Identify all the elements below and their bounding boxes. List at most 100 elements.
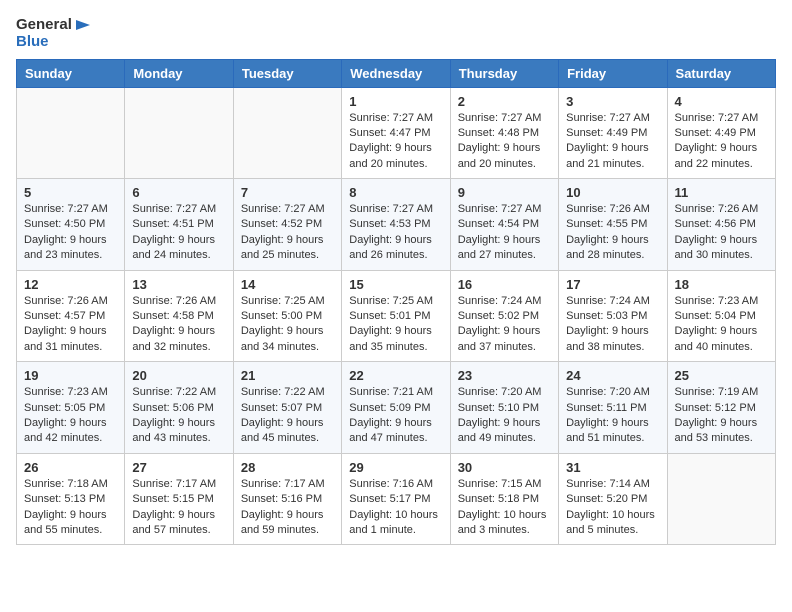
calendar-cell: 4Sunrise: 7:27 AM Sunset: 4:49 PM Daylig… xyxy=(667,87,775,179)
day-info: Sunrise: 7:17 AM Sunset: 5:16 PM Dayligh… xyxy=(241,477,334,539)
calendar-cell: 11 Sunrise: 7:26 AM Sunset: 4:56 PM Dayli… xyxy=(667,179,775,271)
calendar-cell xyxy=(667,453,775,545)
calendar-cell: 16Sunrise: 7:24 AM Sunset: 5:02 PM Dayli… xyxy=(450,270,558,362)
calendar-cell: 21 Sunrise: 7:22 AM Sunset: 5:07 PM Dayli… xyxy=(233,362,341,454)
day-info: Sunrise: 7:20 AM Sunset: 5:10 PM Dayligh… xyxy=(458,385,551,447)
logo-blue-text: Blue xyxy=(16,34,49,51)
day-info: Sunrise: 7:23 AM Sunset: 5:05 PM Dayligh… xyxy=(24,385,117,447)
weekday-header-tuesday: Tuesday xyxy=(233,59,341,87)
day-info: Sunrise: 7:19 AM Sunset: 5:12 PM Dayligh… xyxy=(675,385,768,447)
calendar-cell: 26 Sunrise: 7:18 AM Sunset: 5:13 PM Dayli… xyxy=(17,453,125,545)
calendar-cell: 24 Sunrise: 7:20 AM Sunset: 5:11 PM Dayli… xyxy=(559,362,667,454)
day-number: 18 xyxy=(675,277,768,292)
calendar-cell: 15Sunrise: 7:25 AM Sunset: 5:01 PM Dayli… xyxy=(342,270,450,362)
day-number: 27 xyxy=(132,460,225,475)
calendar-cell: 27 Sunrise: 7:17 AM Sunset: 5:15 PM Dayli… xyxy=(125,453,233,545)
weekday-header-wednesday: Wednesday xyxy=(342,59,450,87)
day-info: Sunrise: 7:27 AM Sunset: 4:49 PM Dayligh… xyxy=(675,111,768,173)
day-number: 7 xyxy=(241,185,334,200)
weekday-header-monday: Monday xyxy=(125,59,233,87)
week-row-3: 12 Sunrise: 7:26 AM Sunset: 4:57 PM Dayli… xyxy=(17,270,776,362)
logo-arrow-icon xyxy=(74,16,92,34)
day-number: 10 xyxy=(566,185,659,200)
day-number: 3 xyxy=(566,94,659,109)
day-info: Sunrise: 7:27 AM Sunset: 4:52 PM Dayligh… xyxy=(241,202,334,264)
week-row-1: 1 Sunrise: 7:27 AM Sunset: 4:47 PM Daylig… xyxy=(17,87,776,179)
day-number: 24 xyxy=(566,368,659,383)
day-info: Sunrise: 7:27 AM Sunset: 4:53 PM Dayligh… xyxy=(349,202,442,264)
calendar-cell: 13 Sunrise: 7:26 AM Sunset: 4:58 PM Dayli… xyxy=(125,270,233,362)
calendar-cell xyxy=(233,87,341,179)
calendar-cell xyxy=(17,87,125,179)
day-info: Sunrise: 7:27 AM Sunset: 4:54 PM Dayligh… xyxy=(458,202,551,264)
day-info: Sunrise: 7:22 AM Sunset: 5:06 PM Dayligh… xyxy=(132,385,225,447)
day-number: 28 xyxy=(241,460,334,475)
calendar-cell: 29Sunrise: 7:16 AM Sunset: 5:17 PM Dayli… xyxy=(342,453,450,545)
day-number: 23 xyxy=(458,368,551,383)
day-number: 2 xyxy=(458,94,551,109)
day-number: 8 xyxy=(349,185,442,200)
calendar-cell: 9 Sunrise: 7:27 AM Sunset: 4:54 PM Daylig… xyxy=(450,179,558,271)
day-number: 14 xyxy=(241,277,334,292)
weekday-header-friday: Friday xyxy=(559,59,667,87)
calendar-cell: 31 Sunrise: 7:14 AM Sunset: 5:20 PM Dayli… xyxy=(559,453,667,545)
day-info: Sunrise: 7:26 AM Sunset: 4:56 PM Dayligh… xyxy=(675,202,768,264)
day-info: Sunrise: 7:27 AM Sunset: 4:51 PM Dayligh… xyxy=(132,202,225,264)
day-info: Sunrise: 7:18 AM Sunset: 5:13 PM Dayligh… xyxy=(24,477,117,539)
week-row-4: 19 Sunrise: 7:23 AM Sunset: 5:05 PM Dayli… xyxy=(17,362,776,454)
day-number: 30 xyxy=(458,460,551,475)
calendar-cell: 5Sunrise: 7:27 AM Sunset: 4:50 PM Daylig… xyxy=(17,179,125,271)
day-number: 1 xyxy=(349,94,442,109)
calendar-cell: 19 Sunrise: 7:23 AM Sunset: 5:05 PM Dayli… xyxy=(17,362,125,454)
day-number: 21 xyxy=(241,368,334,383)
day-number: 6 xyxy=(132,185,225,200)
calendar-cell: 30 Sunrise: 7:15 AM Sunset: 5:18 PM Dayli… xyxy=(450,453,558,545)
day-number: 5 xyxy=(24,185,117,200)
week-row-2: 5Sunrise: 7:27 AM Sunset: 4:50 PM Daylig… xyxy=(17,179,776,271)
calendar-cell: 14 Sunrise: 7:25 AM Sunset: 5:00 PM Dayli… xyxy=(233,270,341,362)
day-number: 12 xyxy=(24,277,117,292)
day-info: Sunrise: 7:26 AM Sunset: 4:57 PM Dayligh… xyxy=(24,294,117,356)
day-info: Sunrise: 7:23 AM Sunset: 5:04 PM Dayligh… xyxy=(675,294,768,356)
calendar-cell: 22 Sunrise: 7:21 AM Sunset: 5:09 PM Dayli… xyxy=(342,362,450,454)
calendar-cell: 18 Sunrise: 7:23 AM Sunset: 5:04 PM Dayli… xyxy=(667,270,775,362)
calendar-cell: 10Sunrise: 7:26 AM Sunset: 4:55 PM Dayli… xyxy=(559,179,667,271)
weekday-header-saturday: Saturday xyxy=(667,59,775,87)
weekday-header-thursday: Thursday xyxy=(450,59,558,87)
day-info: Sunrise: 7:25 AM Sunset: 5:00 PM Dayligh… xyxy=(241,294,334,356)
day-number: 19 xyxy=(24,368,117,383)
logo-general-text: General xyxy=(16,17,72,34)
day-number: 20 xyxy=(132,368,225,383)
calendar-cell: 25Sunrise: 7:19 AM Sunset: 5:12 PM Dayli… xyxy=(667,362,775,454)
day-number: 9 xyxy=(458,185,551,200)
week-row-5: 26 Sunrise: 7:18 AM Sunset: 5:13 PM Dayli… xyxy=(17,453,776,545)
day-info: Sunrise: 7:24 AM Sunset: 5:03 PM Dayligh… xyxy=(566,294,659,356)
calendar-table: SundayMondayTuesdayWednesdayThursdayFrid… xyxy=(16,59,776,546)
calendar-cell: 3Sunrise: 7:27 AM Sunset: 4:49 PM Daylig… xyxy=(559,87,667,179)
calendar-cell xyxy=(125,87,233,179)
calendar-cell: 17Sunrise: 7:24 AM Sunset: 5:03 PM Dayli… xyxy=(559,270,667,362)
day-info: Sunrise: 7:21 AM Sunset: 5:09 PM Dayligh… xyxy=(349,385,442,447)
day-number: 13 xyxy=(132,277,225,292)
day-info: Sunrise: 7:17 AM Sunset: 5:15 PM Dayligh… xyxy=(132,477,225,539)
day-number: 22 xyxy=(349,368,442,383)
day-number: 26 xyxy=(24,460,117,475)
weekday-header-row: SundayMondayTuesdayWednesdayThursdayFrid… xyxy=(17,59,776,87)
day-number: 29 xyxy=(349,460,442,475)
day-number: 15 xyxy=(349,277,442,292)
day-info: Sunrise: 7:22 AM Sunset: 5:07 PM Dayligh… xyxy=(241,385,334,447)
day-info: Sunrise: 7:20 AM Sunset: 5:11 PM Dayligh… xyxy=(566,385,659,447)
day-info: Sunrise: 7:15 AM Sunset: 5:18 PM Dayligh… xyxy=(458,477,551,539)
calendar-cell: 28 Sunrise: 7:17 AM Sunset: 5:16 PM Dayli… xyxy=(233,453,341,545)
weekday-header-sunday: Sunday xyxy=(17,59,125,87)
day-info: Sunrise: 7:26 AM Sunset: 4:58 PM Dayligh… xyxy=(132,294,225,356)
calendar-cell: 2Sunrise: 7:27 AM Sunset: 4:48 PM Daylig… xyxy=(450,87,558,179)
day-number: 11 xyxy=(675,185,768,200)
day-info: Sunrise: 7:27 AM Sunset: 4:47 PM Dayligh… xyxy=(349,111,442,173)
calendar-cell: 1 Sunrise: 7:27 AM Sunset: 4:47 PM Daylig… xyxy=(342,87,450,179)
day-info: Sunrise: 7:14 AM Sunset: 5:20 PM Dayligh… xyxy=(566,477,659,539)
day-number: 31 xyxy=(566,460,659,475)
day-number: 16 xyxy=(458,277,551,292)
calendar-cell: 20 Sunrise: 7:22 AM Sunset: 5:06 PM Dayli… xyxy=(125,362,233,454)
logo-svg: General Blue xyxy=(16,16,92,51)
